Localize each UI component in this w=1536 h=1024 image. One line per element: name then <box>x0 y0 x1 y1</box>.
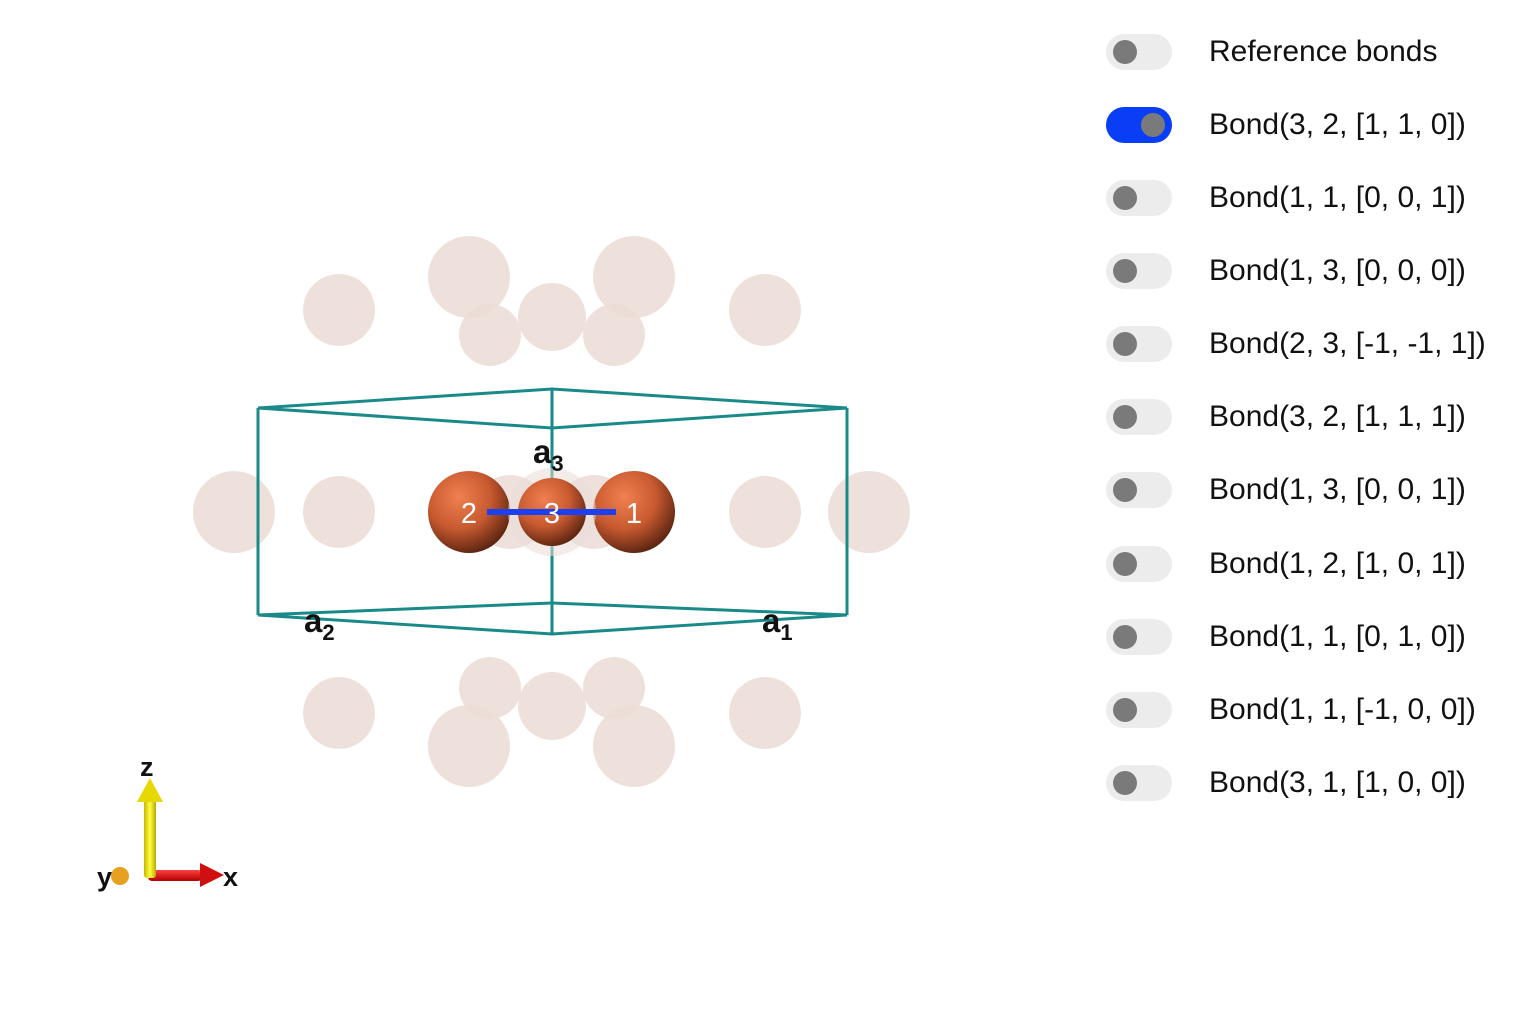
ghost-atom <box>303 677 375 749</box>
lattice-label-a1: a1 <box>762 602 793 645</box>
toggle-knob <box>1113 259 1137 283</box>
toggle-row-bond[interactable]: Bond(3, 2, [1, 1, 0]) <box>1106 105 1526 145</box>
toggle-knob <box>1141 113 1165 137</box>
toggle-label: Bond(1, 1, [0, 1, 0]) <box>1209 620 1466 653</box>
toggle-row-bond[interactable]: Bond(1, 2, [1, 0, 1]) <box>1106 544 1526 584</box>
toggle-switch[interactable] <box>1106 399 1172 435</box>
ghost-atom <box>303 476 375 548</box>
toggle-switch[interactable] <box>1106 692 1172 728</box>
atom-label-2: 2 <box>461 498 477 530</box>
toggle-switch[interactable] <box>1106 253 1172 289</box>
axis-label-x: x <box>223 862 238 892</box>
atom-label-3: 3 <box>544 498 560 530</box>
toggle-knob <box>1113 405 1137 429</box>
lattice-letter: a <box>533 433 552 470</box>
toggle-knob <box>1113 771 1137 795</box>
toggle-row-bond[interactable]: Bond(1, 1, [0, 0, 1]) <box>1106 178 1526 218</box>
axes-triad: z y x <box>97 752 238 892</box>
x-axis-shaft <box>148 870 202 881</box>
toggle-row-reference-bonds[interactable]: Reference bonds <box>1106 32 1526 72</box>
toggle-switch[interactable] <box>1106 180 1172 216</box>
toggle-label: Bond(1, 3, [0, 0, 0]) <box>1209 254 1466 287</box>
ghost-atom <box>303 274 375 346</box>
ghost-atom <box>518 672 586 740</box>
lattice-subscript: 3 <box>551 451 563 476</box>
toggle-row-bond[interactable]: Bond(3, 2, [1, 1, 1]) <box>1106 397 1526 437</box>
y-axis-arrow <box>111 867 129 885</box>
ghost-atom <box>459 304 521 366</box>
toggle-knob <box>1113 40 1137 64</box>
lattice-letter: a <box>304 602 323 639</box>
lattice-letter: a <box>762 602 781 639</box>
toggle-row-bond[interactable]: Bond(3, 1, [1, 0, 0]) <box>1106 763 1526 803</box>
toggle-switch[interactable] <box>1106 107 1172 143</box>
toggle-knob <box>1113 186 1137 210</box>
structure-viewer[interactable]: 2 3 1 a3 a2 a1 z y x <box>0 0 1060 1024</box>
structure-canvas[interactable]: 2 3 1 a3 a2 a1 z y x <box>0 0 1060 1024</box>
ghost-atom <box>459 657 521 719</box>
toggle-knob <box>1113 332 1137 356</box>
axis-label-z: z <box>140 752 154 782</box>
toggle-switch[interactable] <box>1106 34 1172 70</box>
toggle-knob <box>1113 552 1137 576</box>
ghost-atom <box>583 657 645 719</box>
toggle-switch[interactable] <box>1106 472 1172 508</box>
ghost-atom <box>729 274 801 346</box>
toggle-knob <box>1113 625 1137 649</box>
z-axis-shaft <box>144 800 156 878</box>
ghost-atom <box>729 476 801 548</box>
toggle-row-bond[interactable]: Bond(1, 1, [0, 1, 0]) <box>1106 617 1526 657</box>
lattice-label-a3: a3 <box>533 433 564 476</box>
toggle-label: Bond(3, 1, [1, 0, 0]) <box>1209 766 1466 799</box>
toggle-label: Bond(1, 3, [0, 0, 1]) <box>1209 473 1466 506</box>
toggle-knob <box>1113 698 1137 722</box>
toggle-switch[interactable] <box>1106 765 1172 801</box>
toggle-label: Reference bonds <box>1209 35 1438 68</box>
atom-label-1: 1 <box>626 498 642 530</box>
toggle-label: Bond(1, 1, [0, 0, 1]) <box>1209 181 1466 214</box>
toggle-label: Bond(3, 2, [1, 1, 0]) <box>1209 108 1466 141</box>
toggle-label: Bond(2, 3, [-1, -1, 1]) <box>1209 327 1486 360</box>
ghost-atom <box>193 471 275 553</box>
axis-label-y: y <box>97 862 112 892</box>
toggle-knob <box>1113 478 1137 502</box>
toggle-row-bond[interactable]: Bond(1, 3, [0, 0, 1]) <box>1106 470 1526 510</box>
lattice-subscript: 2 <box>322 620 334 645</box>
toggle-label: Bond(3, 2, [1, 1, 1]) <box>1209 400 1466 433</box>
lattice-subscript: 1 <box>780 620 792 645</box>
ghost-atom <box>828 471 910 553</box>
toggle-switch[interactable] <box>1106 546 1172 582</box>
ghost-atom <box>729 677 801 749</box>
toggle-label: Bond(1, 1, [-1, 0, 0]) <box>1209 693 1476 726</box>
toggle-switch[interactable] <box>1106 326 1172 362</box>
toggle-label: Bond(1, 2, [1, 0, 1]) <box>1209 547 1466 580</box>
toggle-row-bond[interactable]: Bond(1, 3, [0, 0, 0]) <box>1106 251 1526 291</box>
toggle-switch[interactable] <box>1106 619 1172 655</box>
ghost-atom <box>583 304 645 366</box>
toggle-row-bond[interactable]: Bond(1, 1, [-1, 0, 0]) <box>1106 690 1526 730</box>
ghost-atom <box>518 283 586 351</box>
lattice-label-a2: a2 <box>304 602 335 645</box>
toggle-row-bond[interactable]: Bond(2, 3, [-1, -1, 1]) <box>1106 324 1526 364</box>
x-axis-head <box>200 863 224 887</box>
